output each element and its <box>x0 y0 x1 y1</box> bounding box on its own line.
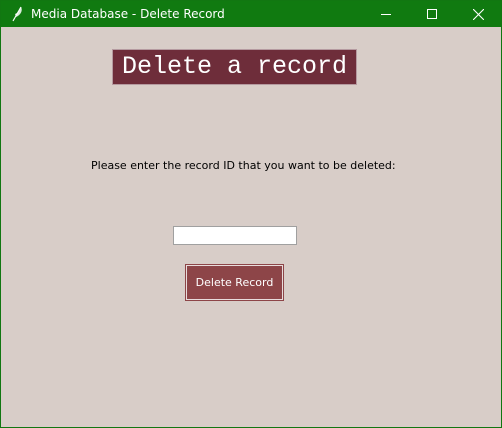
record-id-prompt: Please enter the record ID that you want… <box>91 159 396 172</box>
minimize-button[interactable] <box>363 1 409 27</box>
delete-record-button[interactable]: Delete Record <box>186 265 283 300</box>
close-button[interactable] <box>455 1 501 27</box>
page-heading: Delete a record <box>112 49 357 85</box>
window-title: Media Database - Delete Record <box>31 7 225 21</box>
feather-icon <box>10 5 24 23</box>
minimize-icon <box>381 14 391 15</box>
record-id-input[interactable] <box>173 226 297 245</box>
maximize-icon <box>427 9 437 19</box>
title-bar[interactable]: Media Database - Delete Record <box>1 1 501 27</box>
maximize-button[interactable] <box>409 1 455 27</box>
app-window: Media Database - Delete Record Delete a … <box>0 0 502 428</box>
close-icon <box>472 8 484 20</box>
